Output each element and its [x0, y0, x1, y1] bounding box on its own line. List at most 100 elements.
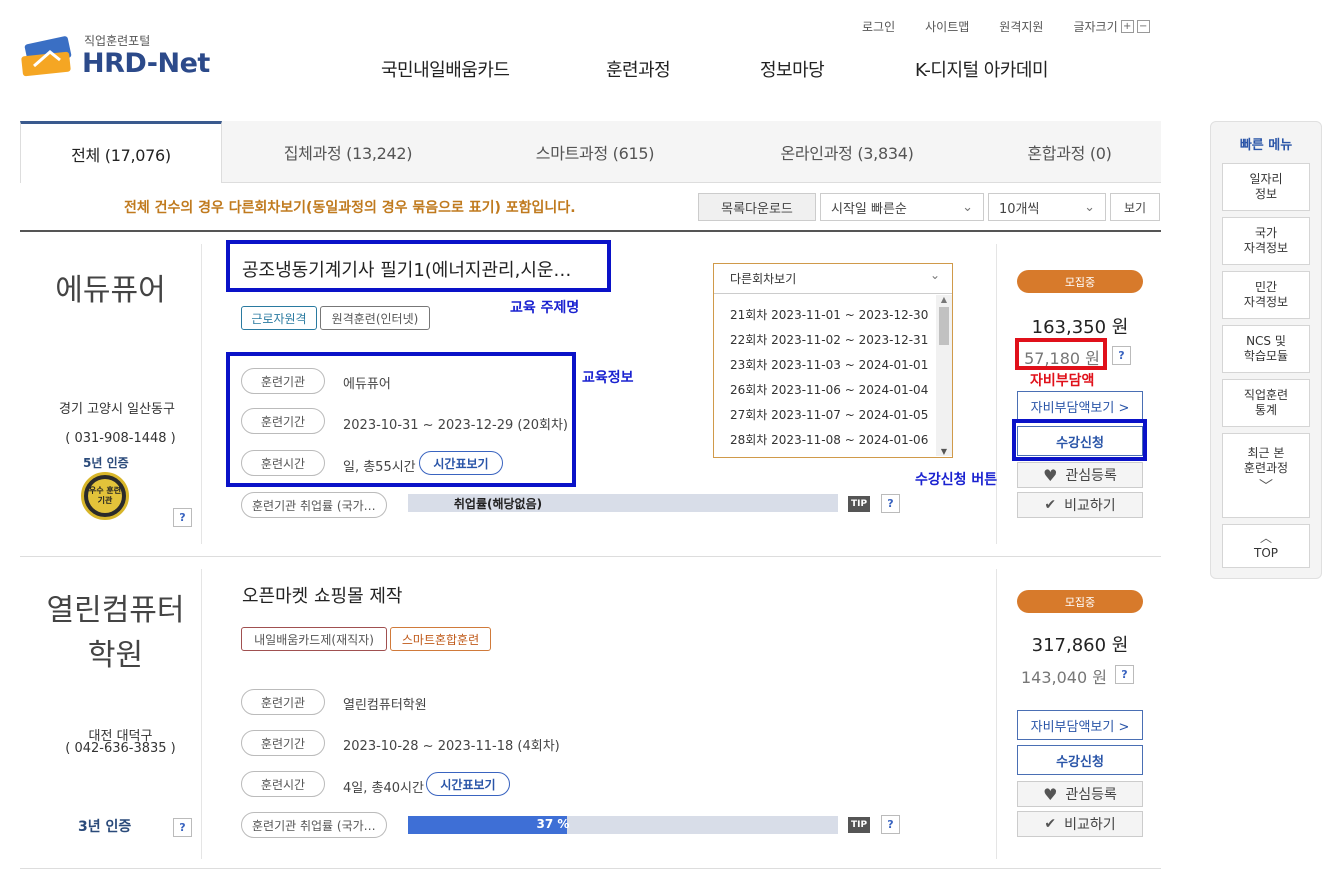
label-period: 훈련기간	[241, 730, 325, 756]
cert-text: 5년 인증	[83, 456, 129, 470]
annot-apply-text: 수강신청 버튼	[915, 472, 998, 488]
org-sep	[201, 244, 202, 544]
remote-support-link[interactable]: 원격지원	[999, 18, 1043, 35]
org-phone: ( 042-636-3835 )	[65, 741, 176, 756]
price-sep	[996, 569, 997, 859]
timetable-button[interactable]: 시간표보기	[426, 772, 510, 796]
emp-text: 취업률(해당없음)	[453, 497, 543, 511]
tag-worker-remote: 근로자원격	[241, 306, 317, 330]
label-hours: 훈련시간	[241, 771, 325, 797]
self-price: 143,040 원	[1021, 668, 1107, 687]
count-value: 10개씩	[999, 201, 1040, 217]
quick-recent[interactable]: 최근 본 훈련과정 ﹀	[1222, 433, 1310, 518]
session-item[interactable]: 22회차 2023-11-02 ~ 2023-12-31	[714, 327, 936, 352]
font-size-label: 글자크기	[1073, 20, 1118, 34]
compare-label: 비교하기	[1064, 498, 1116, 514]
tab-mixed[interactable]: 혼합과정 (0)	[978, 121, 1161, 183]
inst-value: 열린컴퓨터학원	[343, 698, 427, 713]
quick-private-cert[interactable]: 민간 자격정보	[1222, 271, 1310, 319]
label-inst: 훈련기관	[241, 689, 325, 715]
check-icon: ✔	[1044, 497, 1057, 513]
gnb-kdigital[interactable]: K-디지털 아카데미	[915, 56, 1049, 82]
scroll-up-icon[interactable]: ▲	[936, 295, 952, 307]
self-help-button[interactable]: ?	[1112, 346, 1131, 365]
session-item[interactable]: 26회차 2023-11-06 ~ 2024-01-04	[714, 377, 936, 402]
quick-stats[interactable]: 직업훈련 통계	[1222, 379, 1310, 427]
price-sep	[996, 244, 997, 544]
gnb-course[interactable]: 훈련과정	[606, 56, 671, 82]
course-title[interactable]: 오픈마켓 쇼핑몰 제작	[242, 582, 402, 608]
top-label: TOP	[1253, 546, 1278, 560]
gnb-info[interactable]: 정보마당	[760, 56, 825, 82]
gnb-card[interactable]: 국민내일배움카드	[381, 56, 510, 82]
chevron-up-icon: ︿	[1259, 531, 1272, 545]
price: 317,860 원	[1031, 635, 1129, 656]
emp-help-button[interactable]: ?	[881, 815, 900, 834]
quick-menu-title: 빠른 메뉴	[1239, 138, 1293, 153]
heart-icon: ♥	[1043, 465, 1058, 485]
heart-icon: ♥	[1043, 784, 1058, 804]
login-link[interactable]: 로그인	[862, 18, 895, 35]
tag-remote-internet: 원격훈련(인터넷)	[320, 306, 430, 330]
session-item[interactable]: 23회차 2023-11-03 ~ 2024-01-01	[714, 352, 936, 377]
annot-info-text: 교육정보	[582, 370, 634, 386]
hours-value: 4일, 총40시간	[343, 781, 424, 796]
top-button[interactable]: ︿ TOP	[1222, 524, 1310, 568]
quick-recent-label: 최근 본 훈련과정	[1243, 446, 1289, 475]
self-price-button[interactable]: 자비부담액보기 >	[1017, 710, 1143, 740]
compare-label: 비교하기	[1064, 817, 1116, 833]
scroll-down-icon[interactable]: ▼	[936, 447, 952, 456]
self-help-button[interactable]: ?	[1115, 665, 1134, 684]
emp-help-button[interactable]: ?	[881, 494, 900, 513]
annot-title-box	[226, 240, 611, 292]
view-button[interactable]: 보기	[1110, 193, 1160, 221]
check-icon: ✔	[1044, 816, 1057, 832]
tab-all[interactable]: 전체 (17,076)	[20, 121, 222, 183]
tip-icon[interactable]: TIP	[848, 496, 870, 512]
sessions-scrollbar[interactable]: ▲ ▼	[936, 295, 952, 456]
count-select[interactable]: 10개씩 ⌄	[988, 193, 1106, 221]
org-help-button[interactable]: ?	[173, 508, 192, 527]
tab-smart[interactable]: 스마트과정 (615)	[474, 121, 716, 183]
compare-button[interactable]: ✔ 비교하기	[1017, 811, 1143, 837]
sessions-select[interactable]: 다른회차보기 ⌄	[714, 264, 952, 294]
quick-stats-label: 직업훈련 통계	[1243, 388, 1289, 417]
annot-apply-box	[1012, 419, 1147, 461]
apply-button[interactable]: 수강신청	[1017, 745, 1143, 775]
sort-select[interactable]: 시작일 빠른순 ⌄	[820, 193, 984, 221]
tab-group[interactable]: 집체과정 (13,242)	[222, 121, 474, 183]
download-button[interactable]: 목록다운로드	[698, 193, 816, 221]
chevron-down-icon: ⌄	[929, 268, 940, 282]
annot-title-text: 교육 주제명	[510, 300, 580, 316]
font-increase-button[interactable]: +	[1120, 20, 1134, 33]
session-item[interactable]: 27회차 2023-11-07 ~ 2024-01-05	[714, 402, 936, 427]
status-badge: 모집중	[1017, 270, 1143, 293]
cert-text: 3년 인증	[78, 819, 132, 835]
compare-button[interactable]: ✔ 비교하기	[1017, 492, 1143, 518]
quick-private-cert-label: 민간 자격정보	[1243, 280, 1289, 309]
fav-button[interactable]: ♥ 관심등록	[1017, 462, 1143, 488]
price: 163,350 원	[1031, 317, 1129, 338]
quick-jobs-label: 일자리 정보	[1249, 172, 1283, 201]
annot-self-text: 자비부담액	[1030, 373, 1095, 389]
sessions-header: 다른회차보기	[730, 272, 797, 286]
best-badge-icon: 우수 훈련기관	[81, 472, 129, 520]
quick-national-cert-label: 국가 자격정보	[1243, 226, 1289, 255]
font-decrease-button[interactable]: −	[1136, 20, 1150, 33]
session-item[interactable]: 28회차 2023-11-08 ~ 2024-01-06	[714, 427, 936, 452]
tab-online[interactable]: 온라인과정 (3,834)	[716, 121, 978, 183]
tip-icon[interactable]: TIP	[848, 817, 870, 833]
sort-value: 시작일 빠른순	[831, 201, 907, 217]
session-item[interactable]: 21회차 2023-11-01 ~ 2023-12-30	[714, 302, 936, 327]
fav-button[interactable]: ♥ 관심등록	[1017, 781, 1143, 807]
org-help-button[interactable]: ?	[173, 818, 192, 837]
quick-ncs-label: NCS 및 학습모듈	[1243, 334, 1289, 363]
quick-national-cert[interactable]: 국가 자격정보	[1222, 217, 1310, 265]
quick-ncs[interactable]: NCS 및 학습모듈	[1222, 325, 1310, 373]
scroll-thumb[interactable]	[939, 307, 949, 345]
quick-jobs[interactable]: 일자리 정보	[1222, 163, 1310, 211]
sitemap-link[interactable]: 사이트맵	[925, 18, 969, 35]
tag-smart-mixed: 스마트혼합훈련	[390, 627, 491, 651]
self-price-button[interactable]: 자비부담액보기 >	[1017, 391, 1143, 421]
period-value: 2023-10-28 ~ 2023-11-18 (4회차)	[343, 739, 560, 754]
